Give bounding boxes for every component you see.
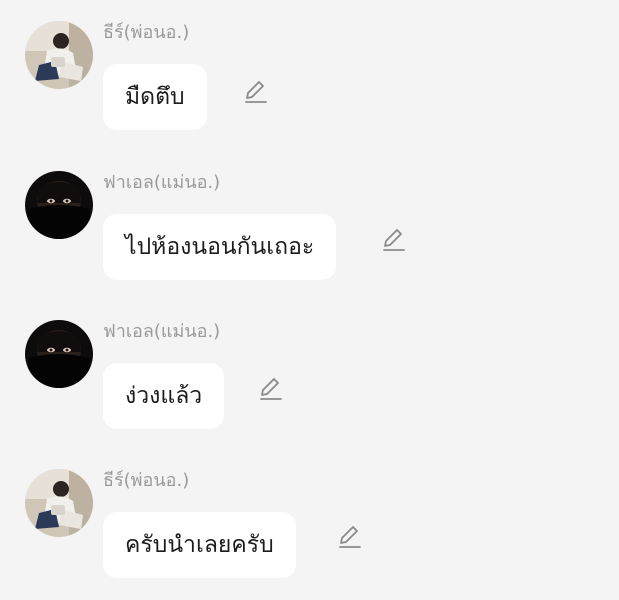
message-bubble[interactable]: ง่วงแล้ว xyxy=(103,363,225,429)
avatar-photo-icon xyxy=(25,171,93,239)
pencil-edit-icon xyxy=(339,526,361,548)
chat-thread: ธีร์(พ่อนอ.) มืดตึบ ฟาเอล(แม่นอ.) ไปห้อง… xyxy=(0,0,619,600)
edit-button[interactable] xyxy=(381,227,407,253)
message-bubble[interactable]: ไปห้องนอนกันเถอะ xyxy=(103,214,337,280)
chat-message: ธีร์(พ่อนอ.) มืดตึบ xyxy=(0,21,619,161)
chat-message: ฟาเอล(แม่นอ.) ง่วงแล้ว xyxy=(0,320,619,460)
edit-button[interactable] xyxy=(337,524,363,550)
sender-name: ธีร์(พ่อนอ.) xyxy=(103,22,190,43)
sender-name: ฟาเอล(แม่นอ.) xyxy=(103,321,221,342)
avatar[interactable] xyxy=(25,21,93,89)
chat-message: ฟาเอล(แม่นอ.) ไปห้องนอนกันเถอะ xyxy=(0,171,619,311)
sender-name: ธีร์(พ่อนอ.) xyxy=(103,470,190,491)
avatar-photo-icon xyxy=(25,469,93,537)
pencil-edit-icon xyxy=(383,229,405,251)
message-text: มืดตึบ xyxy=(125,84,185,110)
message-text: ง่วงแล้ว xyxy=(125,383,203,409)
edit-button[interactable] xyxy=(258,376,284,402)
avatar[interactable] xyxy=(25,320,93,388)
avatar[interactable] xyxy=(25,469,93,537)
pencil-edit-icon xyxy=(260,378,282,400)
avatar-photo-icon xyxy=(25,320,93,388)
avatar-photo-icon xyxy=(25,21,93,89)
message-text: ครับนำเลยครับ xyxy=(125,532,274,558)
chat-message: ธีร์(พ่อนอ.) ครับนำเลยครับ xyxy=(0,469,619,600)
pencil-edit-icon xyxy=(245,81,267,103)
message-bubble[interactable]: ครับนำเลยครับ xyxy=(103,512,296,578)
sender-name: ฟาเอล(แม่นอ.) xyxy=(103,172,221,193)
message-text: ไปห้องนอนกันเถอะ xyxy=(125,234,315,260)
avatar[interactable] xyxy=(25,171,93,239)
message-bubble[interactable]: มืดตึบ xyxy=(103,64,207,130)
edit-button[interactable] xyxy=(243,79,269,105)
